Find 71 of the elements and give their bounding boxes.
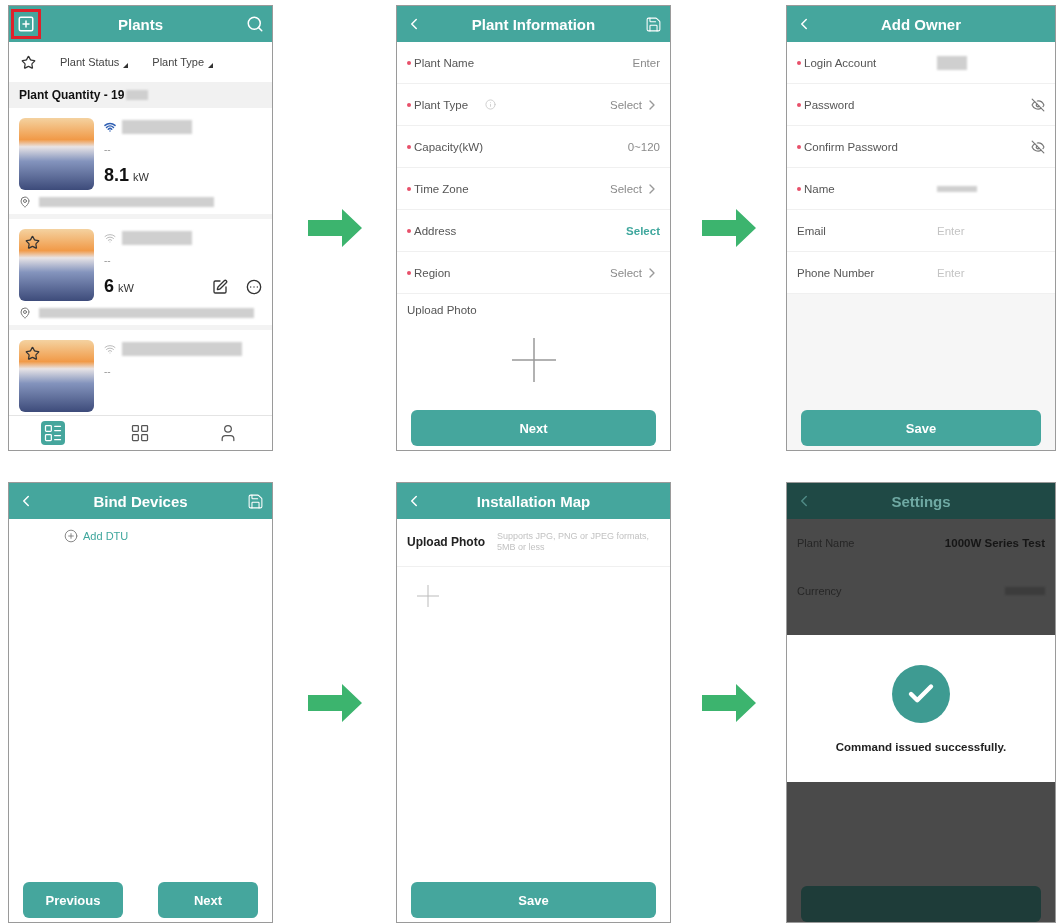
field-label: Plant Type [414,98,469,111]
field-placeholder: 0~120 [627,140,660,153]
status-text: -- [104,255,112,266]
field-value: Select [610,266,642,279]
screen-title: Installation Map [475,492,592,510]
field-label: Time Zone [414,182,469,195]
plant-quantity: Plant Quantity - 19 [19,88,125,102]
redacted-block [126,90,149,100]
edit-icon[interactable] [212,278,228,295]
eye-off-icon[interactable] [1031,139,1045,154]
plant-card[interactable]: -- 8.1 kW [9,108,272,219]
form-row[interactable]: Login Account [787,42,1055,84]
right-arrow [307,683,362,722]
plus-circle-icon [64,529,78,543]
field-label: Address [414,224,457,237]
form-row[interactable]: Password [787,84,1055,126]
field-value: Select [626,224,660,237]
field-label: Email [797,224,826,237]
field-label: Login Account [804,56,877,69]
form-row[interactable]: Email Enter [787,210,1055,252]
screen-title: Plants [117,15,164,33]
field-label: Plant Name [414,56,475,69]
right-arrow [307,209,362,247]
add-icon[interactable] [17,15,35,33]
plus-icon[interactable] [511,338,556,382]
field-placeholder: Enter [632,56,660,69]
screen-title: Add Owner [880,15,962,33]
caret-icon [208,63,214,68]
form-row[interactable]: Confirm Password [787,126,1055,168]
eye-off-icon[interactable] [1031,97,1045,112]
save-icon[interactable] [247,492,264,510]
power-unit: kW [133,171,149,183]
field-label: Confirm Password [804,140,898,153]
upload-label: Upload Photo [407,535,485,550]
power-unit: kW [118,282,134,294]
field-label: Capacity(kW) [414,140,483,153]
redacted-block [122,120,192,134]
right-arrow [701,209,756,247]
right-arrow [701,683,756,722]
screen-title: Plant Information [470,15,597,33]
field-value: Select [610,182,642,195]
power-value: 8.1 [104,165,130,186]
info-icon[interactable] [485,99,497,110]
search-icon[interactable] [246,15,264,33]
status-text: -- [104,366,112,377]
check-circle-icon [892,664,950,723]
field-label: Password [804,98,855,111]
save-icon[interactable] [645,15,662,33]
screen-title: Settings [890,492,952,510]
power-value: 6 [104,276,114,297]
screen-title: Bind Devices [92,492,189,510]
field-label: Region [414,266,451,279]
status-text: -- [104,144,112,155]
redacted-block [122,231,192,245]
field-label: Phone Number [797,266,875,279]
more-icon[interactable] [246,278,262,295]
star-icon[interactable] [25,346,40,361]
caret-icon [123,63,129,68]
dialog-message: Command issued successfully. [835,740,1007,753]
form-row[interactable]: Phone Number Enter [787,252,1055,294]
star-icon[interactable] [21,54,36,70]
filter-dropdown[interactable]: Plant Type [152,56,214,68]
upload-label: Upload Photo [406,303,478,316]
star-icon[interactable] [25,235,40,250]
form-row[interactable]: Name [787,168,1055,210]
field-placeholder: Enter [937,266,965,279]
field-placeholder: Enter [937,224,965,237]
filter-dropdown[interactable]: Plant Status [60,56,129,68]
plant-card[interactable]: -- 6 kW [9,219,272,330]
field-value: Select [610,98,642,111]
field-label: Name [804,182,835,195]
